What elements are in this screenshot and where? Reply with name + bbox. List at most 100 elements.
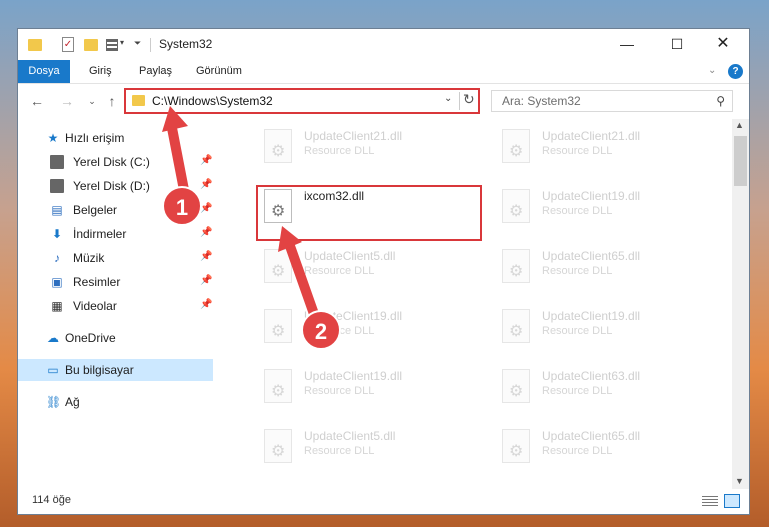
address-path[interactable]: C:\Windows\System32 [152, 94, 273, 108]
drive-icon [50, 155, 64, 169]
dll-file-icon [502, 129, 530, 163]
file-tile[interactable]: UpdateClient65.dll Resource DLL [490, 247, 710, 291]
pin-icon[interactable]: 📌 [200, 251, 212, 262]
tab-file[interactable]: Dosya [18, 60, 70, 83]
sidebar-item-label: Bu bilgisayar [65, 363, 134, 377]
file-list: UpdateClient21.dll Resource DLL UpdateCl… [214, 119, 732, 489]
pin-icon[interactable]: 📌 [200, 155, 212, 166]
search-icon[interactable]: ⚲ [716, 94, 725, 108]
drive-icon [50, 179, 64, 193]
sidebar-item-label: Videolar [73, 299, 117, 313]
sidebar-item-this-pc[interactable]: ▭ Bu bilgisayar [18, 359, 213, 381]
file-tile[interactable]: UpdateClient5.dll Resource DLL [252, 247, 472, 291]
address-dropdown-icon[interactable]: ⌄ [444, 93, 452, 104]
chevron-down-icon[interactable]: ▾ [120, 38, 124, 54]
file-tile[interactable]: UpdateClient19.dll Resource DLL [252, 307, 472, 351]
sidebar-item-label: İndirmeler [73, 227, 127, 241]
file-name: UpdateClient65.dll [542, 249, 641, 263]
pin-icon[interactable]: 📌 [200, 227, 212, 238]
properties-list-icon[interactable] [106, 39, 118, 51]
tab-home[interactable]: Giriş [89, 60, 112, 83]
vertical-scrollbar[interactable]: ▲ ▼ [732, 119, 749, 489]
navigation-pane: ★ Hızlı erişim Yerel Disk (C:) 📌 Yerel D… [18, 119, 213, 489]
network-icon: ⛓ [46, 395, 62, 409]
maximize-button[interactable]: ☐ [654, 29, 700, 59]
tab-share[interactable]: Paylaş [139, 60, 172, 83]
address-bar[interactable]: C:\Windows\System32 ⌄ ↻ [124, 88, 480, 114]
customize-toolbar-icon[interactable]: ⏷ [134, 38, 141, 54]
file-name: UpdateClient19.dll [542, 309, 641, 323]
sidebar-item-label: Müzik [73, 251, 105, 265]
sidebar-item-videos[interactable]: ▦ Videolar 📌 [18, 295, 213, 317]
sidebar-item-quick-access[interactable]: ★ Hızlı erişim [18, 127, 213, 149]
step-badge-2: 2 [301, 310, 341, 350]
explorer-window: ✓ ▾ ⏷ System32 — ☐ ✕ Dosya Giriş Paylaş … [17, 28, 750, 515]
dll-file-icon [264, 369, 292, 403]
address-divider [459, 92, 460, 110]
file-description: Resource DLL [304, 265, 375, 277]
scroll-up-icon[interactable]: ▲ [735, 120, 744, 130]
pin-icon[interactable]: 📌 [200, 299, 212, 310]
pin-icon[interactable]: 📌 [200, 179, 212, 190]
file-tile[interactable]: UpdateClient63.dll Resource DLL [490, 367, 710, 411]
sidebar-item-network[interactable]: ⛓ Ağ [18, 391, 213, 413]
sidebar-item-label: Belgeler [73, 203, 118, 217]
new-folder-icon[interactable] [84, 39, 98, 51]
forward-button[interactable]: → [57, 91, 77, 111]
sidebar-item-downloads[interactable]: ⬇ İndirmeler 📌 [18, 223, 213, 245]
file-tile[interactable]: UpdateClient19.dll Resource DLL [490, 307, 710, 351]
file-tile[interactable]: UpdateClient21.dll Resource DLL [490, 127, 710, 171]
search-input[interactable]: Ara: System32 ⚲ [491, 90, 733, 112]
sidebar-item-label: Ağ [65, 395, 80, 409]
search-placeholder: Ara: System32 [502, 94, 581, 108]
minimize-button[interactable]: — [604, 29, 650, 59]
pin-icon[interactable]: 📌 [200, 275, 212, 286]
file-description: Resource DLL [542, 205, 613, 217]
status-bar: 114 öğe [18, 489, 749, 514]
recent-locations-button[interactable]: ⌄ [82, 91, 102, 111]
file-tile[interactable]: UpdateClient65.dll Resource DLL [490, 427, 710, 471]
back-button[interactable]: ← [27, 91, 47, 111]
file-name: UpdateClient5.dll [304, 429, 396, 443]
cloud-icon: ☁ [47, 331, 59, 345]
music-icon: ♪ [54, 251, 60, 265]
ribbon-tabs: Dosya Giriş Paylaş Görünüm ⌄ ? [18, 60, 749, 84]
help-icon[interactable]: ? [728, 64, 743, 79]
download-icon: ⬇ [51, 227, 63, 241]
file-tile[interactable]: UpdateClient21.dll Resource DLL [252, 127, 472, 171]
scroll-thumb[interactable] [734, 136, 747, 186]
file-tile[interactable]: UpdateClient5.dll Resource DLL [252, 427, 472, 471]
sidebar-item-label: OneDrive [65, 331, 116, 345]
pictures-icon: ▣ [51, 275, 63, 289]
tiles-view-icon[interactable] [724, 494, 740, 508]
sidebar-item-onedrive[interactable]: ☁ OneDrive [18, 327, 213, 349]
up-button[interactable]: ↑ [102, 91, 122, 111]
dll-file-icon [502, 429, 530, 463]
expand-ribbon-icon[interactable]: ⌄ [708, 65, 716, 76]
file-name: UpdateClient21.dll [542, 129, 641, 143]
scroll-down-icon[interactable]: ▼ [735, 476, 744, 486]
refresh-icon[interactable]: ↻ [463, 91, 475, 108]
file-name: UpdateClient5.dll [304, 249, 396, 263]
close-button[interactable]: ✕ [700, 29, 746, 59]
sidebar-item-pictures[interactable]: ▣ Resimler 📌 [18, 271, 213, 293]
step-badge-1: 1 [162, 186, 202, 226]
file-highlight-box [256, 185, 482, 241]
properties-check-icon[interactable]: ✓ [62, 37, 74, 52]
sidebar-item-local-disk-c[interactable]: Yerel Disk (C:) 📌 [18, 151, 213, 173]
sidebar-item-label: Resimler [73, 275, 121, 289]
dll-file-icon [264, 249, 292, 283]
folder-icon [132, 95, 145, 106]
document-icon: ▤ [51, 203, 63, 217]
sidebar-item-music[interactable]: ♪ Müzik 📌 [18, 247, 213, 269]
dll-file-icon [502, 189, 530, 223]
folder-icon [28, 39, 42, 51]
tab-view[interactable]: Görünüm [196, 60, 242, 83]
file-tile[interactable]: UpdateClient19.dll Resource DLL [252, 367, 472, 411]
window-title: System32 [159, 37, 213, 51]
computer-icon: ▭ [47, 363, 59, 377]
details-view-icon[interactable] [702, 496, 718, 507]
file-tile[interactable]: UpdateClient19.dll Resource DLL [490, 187, 710, 231]
dll-file-icon [264, 309, 292, 343]
item-count: 114 öğe [32, 494, 71, 506]
